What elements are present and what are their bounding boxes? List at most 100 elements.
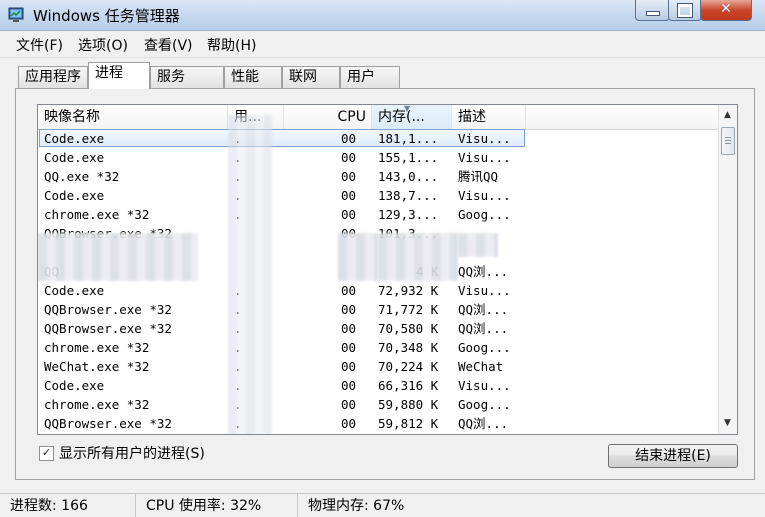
menu-help[interactable]: 帮助(H) — [207, 35, 256, 55]
title-bar[interactable]: Windows 任务管理器 ✕ — [0, 0, 765, 31]
cell-image-name: Code.exe — [44, 131, 105, 146]
close-button[interactable]: ✕ — [700, 0, 752, 21]
cell-image-name: chrome.exe *32 — [44, 397, 150, 412]
column-description[interactable]: 描述 — [452, 105, 526, 129]
cell-image-name: Code.exe — [44, 150, 105, 165]
cell-image-name: QQBrowser.exe *32 — [44, 321, 172, 336]
cell-description: Visu... — [458, 378, 511, 393]
cell-cpu: 00 — [340, 283, 356, 298]
cell-memory: 70,348 K — [378, 340, 439, 355]
cell-cpu: 00 — [340, 131, 356, 146]
status-memory-usage: 物理内存: 67% — [308, 498, 405, 514]
cell-description: QQ浏... — [458, 416, 509, 431]
table-row[interactable]: chrome.exe *32 . 00 70,348 K Goog... — [38, 338, 718, 357]
cell-cpu: 00 — [340, 397, 356, 412]
maximize-button[interactable] — [668, 0, 702, 21]
cell-memory: 155,1... — [378, 150, 439, 165]
cell-memory: 70,224 K — [378, 359, 439, 374]
cell-image-name: Code.exe — [44, 378, 105, 393]
masked-region — [458, 233, 498, 257]
table-row[interactable]: chrome.exe *32 . 00 129,3... Goog... — [38, 205, 718, 224]
tab-networking[interactable]: 联网 — [282, 66, 340, 88]
table-row[interactable]: QQBrowser.exe *32 . 00 59,812 K QQ浏... — [38, 414, 718, 433]
cell-description: Goog... — [458, 397, 511, 412]
column-header-row: 映像名称 用... CPU ▼ 内存(... 描述 — [38, 105, 718, 130]
table-row[interactable]: Code.exe . 00 72,932 K Visu... — [38, 281, 718, 300]
masked-region — [338, 233, 378, 281]
table-row[interactable]: QQ.exe *32 . 00 143,0... 腾讯QQ — [38, 167, 718, 186]
table-row[interactable]: WeChat.exe *32 . 00 70,224 K WeChat — [38, 357, 718, 376]
cell-description: 腾讯QQ — [458, 169, 499, 184]
cell-description: Visu... — [458, 188, 511, 203]
sort-descending-icon: ▼ — [404, 105, 411, 113]
cell-description: QQ浏... — [458, 264, 509, 279]
grip-line — [725, 140, 731, 141]
menu-view[interactable]: 查看(V) — [144, 35, 193, 55]
tab-services[interactable]: 服务 — [150, 66, 224, 88]
tab-processes[interactable]: 进程 — [88, 62, 150, 89]
cell-memory: 181,1... — [378, 131, 439, 146]
cell-memory: 72,932 K — [378, 283, 439, 298]
minimize-icon — [645, 11, 660, 16]
cell-description: Visu... — [458, 150, 511, 165]
cell-image-name: QQBrowser.exe *32 — [44, 416, 172, 431]
cell-description: Goog... — [458, 207, 511, 222]
minimize-button[interactable] — [635, 0, 670, 21]
window-title: Windows 任务管理器 — [33, 7, 180, 25]
cell-cpu: 00 — [340, 169, 356, 184]
masked-user-column — [228, 115, 272, 434]
cell-cpu: 00 — [340, 207, 356, 222]
cell-cpu: 00 — [340, 359, 356, 374]
cell-cpu: 00 — [340, 188, 356, 203]
column-cpu[interactable]: CPU — [284, 105, 372, 129]
cell-memory: 129,3... — [378, 207, 439, 222]
close-icon: ✕ — [720, 1, 732, 17]
cell-cpu: 00 — [340, 378, 356, 393]
menu-options[interactable]: 选项(O) — [78, 35, 128, 55]
table-row[interactable]: Code.exe . 00 181,1... Visu... — [38, 129, 718, 148]
table-row[interactable]: Code.exe . 00 138,7... Visu... — [38, 186, 718, 205]
scroll-up-icon[interactable]: ▲ — [719, 107, 736, 124]
table-row[interactable]: QQBrowser.exe *32 . 00 70,580 K QQ浏... — [38, 319, 718, 338]
scroll-thumb[interactable] — [721, 127, 735, 155]
cell-image-name: Code.exe — [44, 283, 105, 298]
cell-image-name: chrome.exe *32 — [44, 207, 150, 222]
cell-memory: 59,880 K — [378, 397, 439, 412]
grip-line — [725, 143, 731, 144]
table-row[interactable]: QQBrowser.exe *32 . 00 71,772 K QQ浏... — [38, 300, 718, 319]
tab-applications[interactable]: 应用程序 — [18, 66, 88, 88]
cell-memory: 143,0... — [378, 169, 439, 184]
cell-image-name: QQBrowser.exe *32 — [44, 302, 172, 317]
cell-cpu: 00 — [340, 340, 356, 355]
process-list[interactable]: 映像名称 用... CPU ▼ 内存(... 描述 Code.exe . 00 … — [37, 104, 738, 435]
cell-description: WeChat — [458, 359, 504, 374]
show-all-users-label[interactable]: 显示所有用户的进程(S) — [59, 443, 205, 463]
tab-performance[interactable]: 性能 — [224, 66, 282, 88]
table-row[interactable]: chrome.exe *32 . 00 59,880 K Goog... — [38, 395, 718, 414]
end-process-button[interactable]: 结束进程(E) — [608, 444, 738, 468]
cell-description: QQ浏... — [458, 321, 509, 336]
cell-cpu: 00 — [340, 302, 356, 317]
table-row[interactable]: Code.exe . 00 155,1... Visu... — [38, 148, 718, 167]
cell-cpu: 00 — [340, 150, 356, 165]
show-all-users-checkbox[interactable]: ✓ — [39, 446, 54, 461]
vertical-scrollbar[interactable]: ▲ ▼ — [718, 105, 737, 434]
task-manager-window: Windows 任务管理器 ✕ 文件(F) 选项(O) 查看(V) 帮助(H) … — [0, 0, 765, 517]
tab-users[interactable]: 用户 — [340, 66, 400, 88]
cell-cpu: 00 — [340, 321, 356, 336]
maximize-icon — [677, 3, 693, 18]
column-memory[interactable]: ▼ 内存(... — [372, 105, 452, 129]
column-image-name[interactable]: 映像名称 — [38, 105, 228, 129]
scroll-down-icon[interactable]: ▼ — [719, 415, 736, 432]
cell-memory: 71,772 K — [378, 302, 439, 317]
cell-image-name: Code.exe — [44, 188, 105, 203]
status-cpu-usage: CPU 使用率: 32% — [136, 494, 298, 517]
cell-description: Visu... — [458, 283, 511, 298]
menu-file[interactable]: 文件(F) — [16, 35, 63, 55]
cell-description: QQ浏... — [458, 302, 509, 317]
cell-memory: 59,812 K — [378, 416, 439, 431]
process-rows: Code.exe . 00 181,1... Visu... Code.exe … — [38, 129, 718, 433]
masked-region — [38, 233, 198, 281]
cell-memory: 138,7... — [378, 188, 439, 203]
table-row[interactable]: Code.exe . 00 66,316 K Visu... — [38, 376, 718, 395]
